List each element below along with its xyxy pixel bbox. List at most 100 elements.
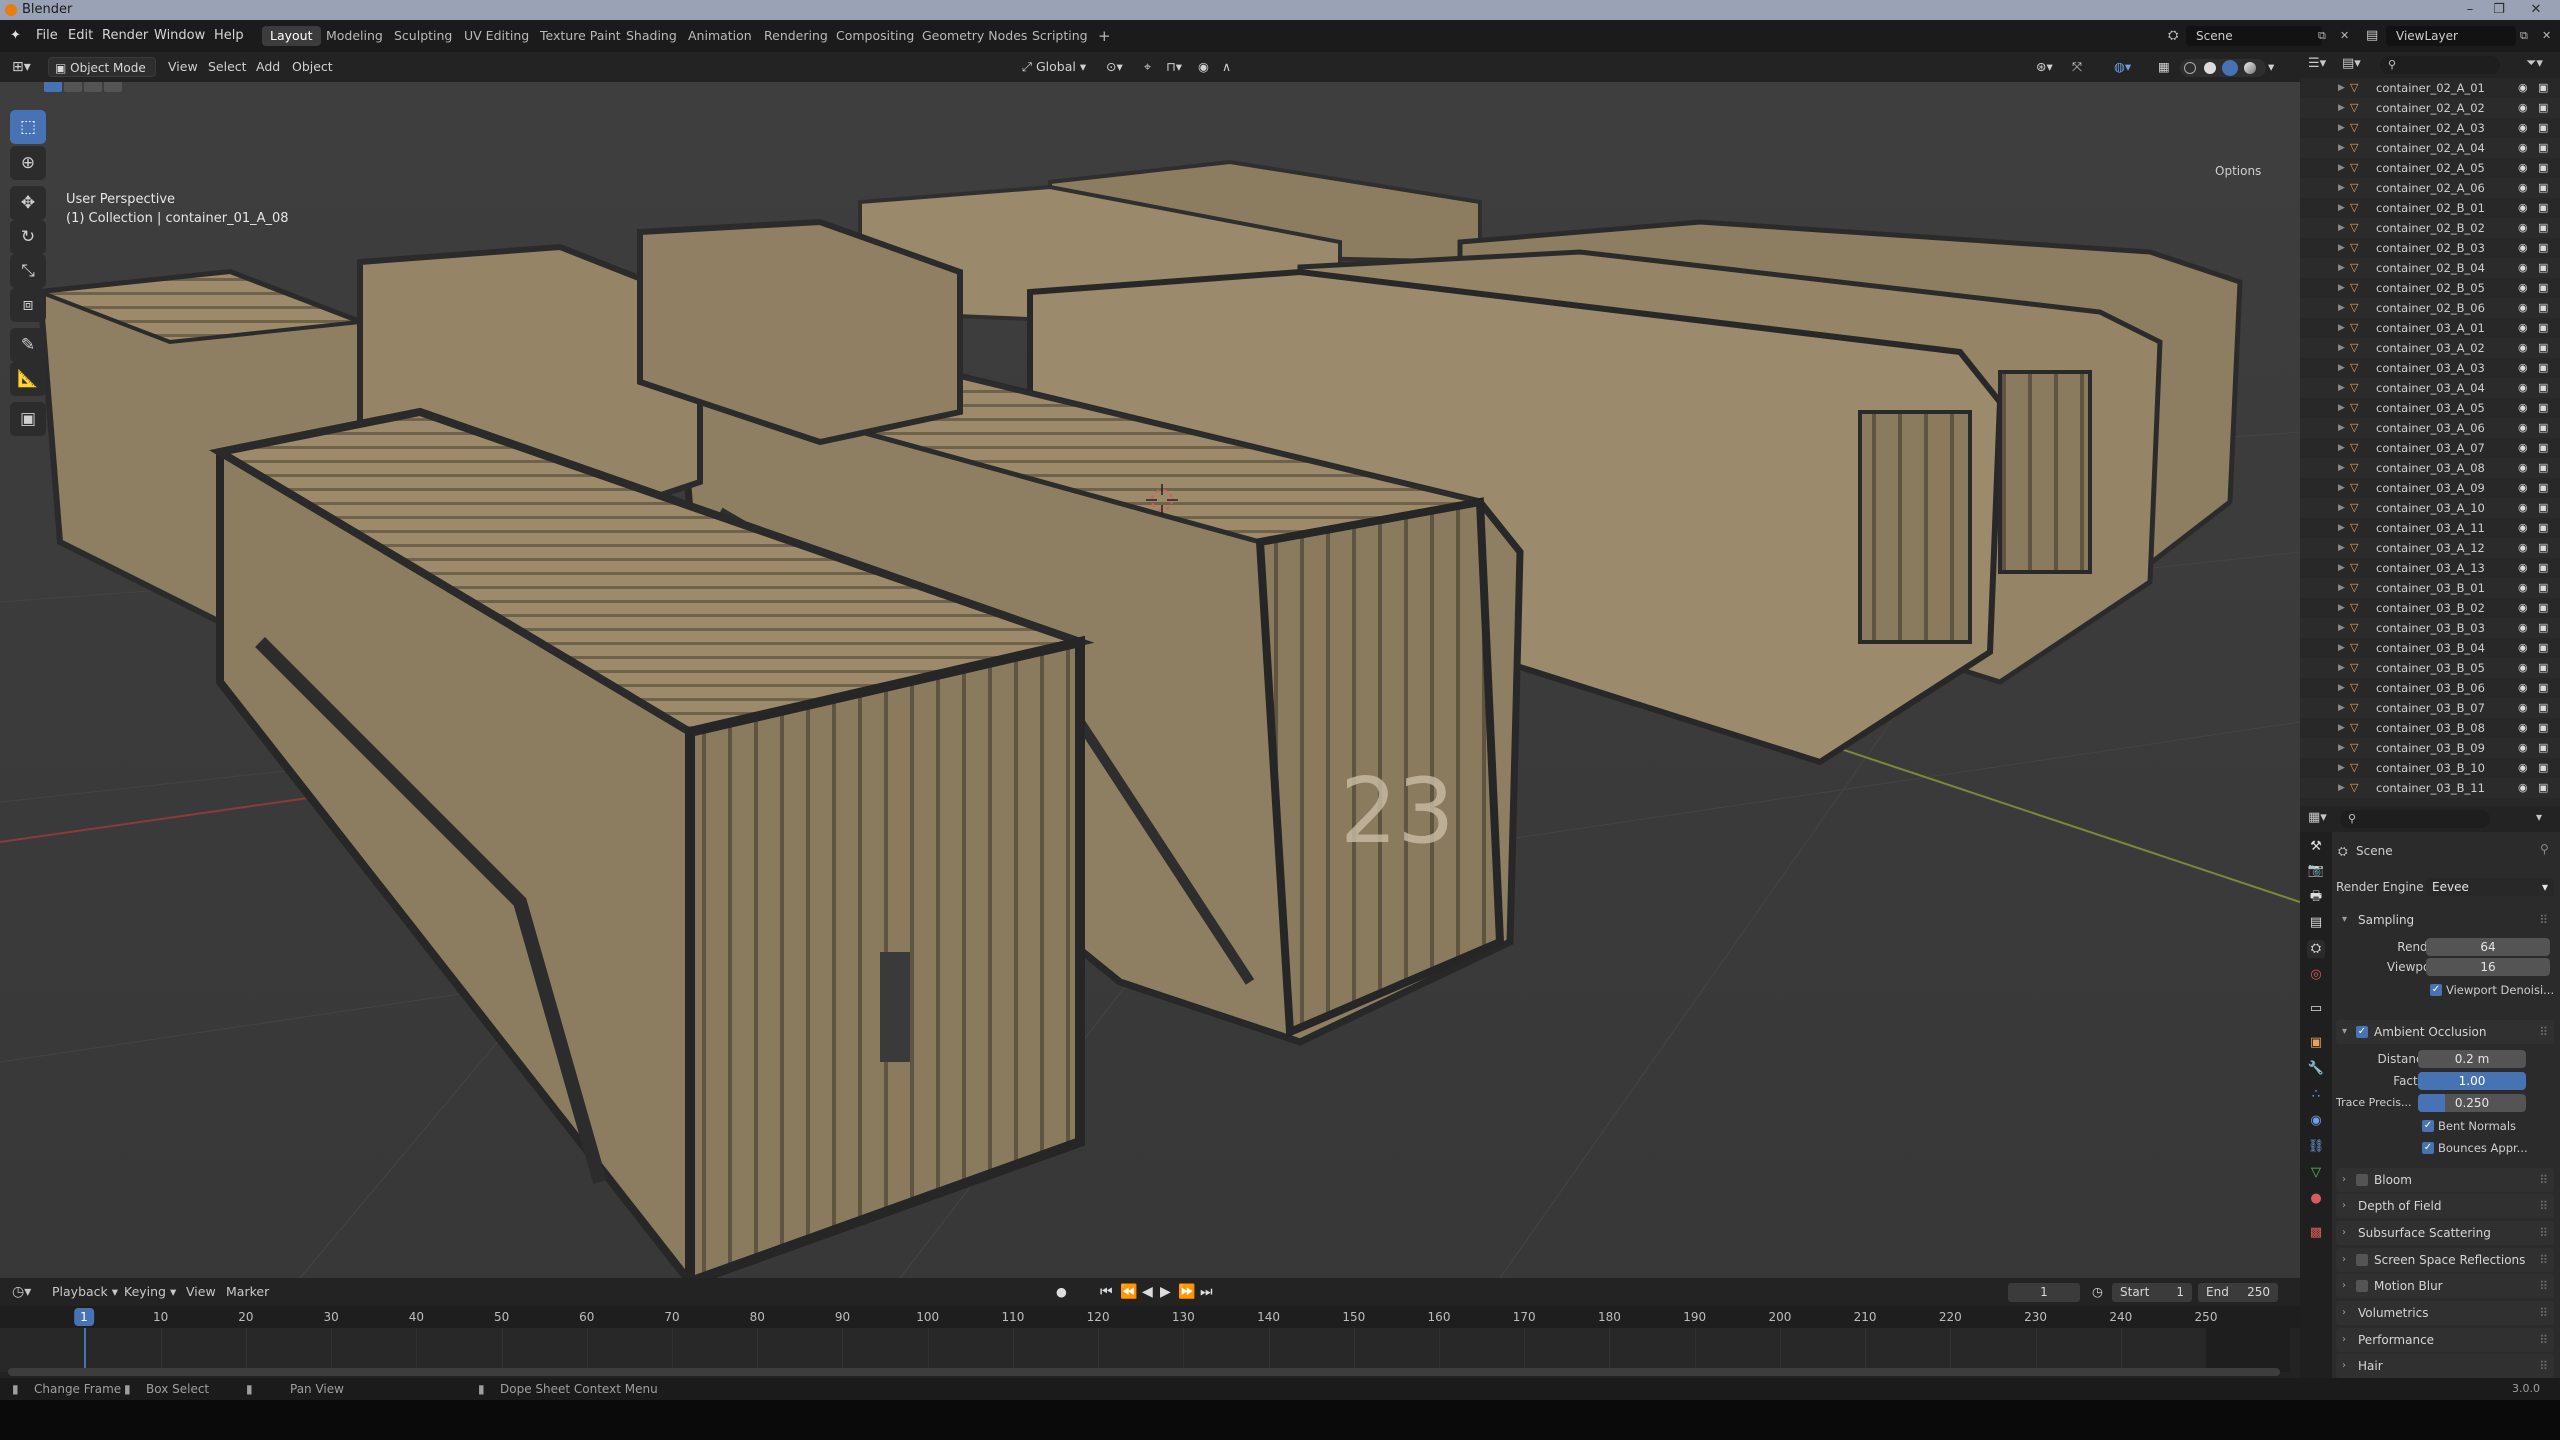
expand-arrow-icon[interactable]: ▶ <box>2338 78 2345 98</box>
visibility-eye-icon[interactable]: ◉ <box>2518 218 2528 238</box>
render-camera-icon[interactable]: ▣ <box>2538 478 2548 498</box>
expand-arrow-icon[interactable]: ▶ <box>2338 698 2345 718</box>
material-shading-icon[interactable] <box>2222 60 2238 76</box>
render-camera-icon[interactable]: ▣ <box>2538 218 2548 238</box>
visibility-eye-icon[interactable]: ◉ <box>2518 738 2528 758</box>
outliner-item[interactable]: ▶ ▽ container_03_B_05 ◉ ▣ <box>2300 658 2560 678</box>
solid-shading-icon[interactable] <box>2204 62 2216 74</box>
outliner-item[interactable]: ▶ ▽ container_03_B_02 ◉ ▣ <box>2300 598 2560 618</box>
visibility-eye-icon[interactable]: ◉ <box>2518 378 2528 398</box>
pin-icon[interactable]: ⚲ <box>2540 842 2549 856</box>
visibility-eye-icon[interactable]: ◉ <box>2518 698 2528 718</box>
jump-start-icon[interactable]: ⏮ <box>1100 1278 1113 1306</box>
render-camera-icon[interactable]: ▣ <box>2538 758 2548 778</box>
render-camera-icon[interactable]: ▣ <box>2538 658 2548 678</box>
properties-editor-type-icon[interactable]: ▦▾ <box>2308 810 2327 825</box>
outliner-item[interactable]: ▶ ▽ container_02_A_05 ◉ ▣ <box>2300 158 2560 178</box>
menu-marker[interactable]: Marker <box>226 1278 269 1306</box>
expand-arrow-icon[interactable]: ▶ <box>2338 518 2345 538</box>
visibility-eye-icon[interactable]: ◉ <box>2518 538 2528 558</box>
render-camera-icon[interactable]: ▣ <box>2538 358 2548 378</box>
ao-distance-field[interactable]: 0.2 m <box>2418 1050 2526 1068</box>
modifier-tab-icon[interactable]: 🔧 <box>2307 1060 2325 1078</box>
expand-arrow-icon[interactable]: ▶ <box>2338 158 2345 178</box>
add-cube-tool-icon[interactable]: ▣ <box>10 402 46 436</box>
expand-arrow-icon[interactable]: ▶ <box>2338 238 2345 258</box>
expand-arrow-icon[interactable]: ▶ <box>2338 438 2345 458</box>
expand-arrow-icon[interactable]: ▶ <box>2338 558 2345 578</box>
render-camera-icon[interactable]: ▣ <box>2538 418 2548 438</box>
tab-uv-editing[interactable]: UV Editing <box>456 26 537 46</box>
menu-keying[interactable]: Keying ▾ <box>124 1278 176 1306</box>
timeline-scrollbar[interactable] <box>8 1368 2280 1376</box>
properties-search[interactable]: ⚲ <box>2340 810 2490 828</box>
view-object-types-icon[interactable]: ⊛▾ <box>2036 52 2053 82</box>
render-camera-icon[interactable]: ▣ <box>2538 138 2548 158</box>
expand-arrow-icon[interactable]: ▶ <box>2338 478 2345 498</box>
menu-view-timeline[interactable]: View <box>186 1278 216 1306</box>
tab-modeling[interactable]: Modeling <box>318 26 391 46</box>
ambient-occlusion-checkbox[interactable]: ✓ <box>2356 1026 2368 1038</box>
expand-arrow-icon[interactable]: ▶ <box>2338 658 2345 678</box>
visibility-eye-icon[interactable]: ◉ <box>2518 418 2528 438</box>
visibility-eye-icon[interactable]: ◉ <box>2518 178 2528 198</box>
outliner-item[interactable]: ▶ ▽ container_02_B_04 ◉ ▣ <box>2300 258 2560 278</box>
annotate-tool-icon[interactable]: ✎ <box>10 328 46 362</box>
playhead-line[interactable] <box>84 1328 86 1372</box>
remove-view-layer-icon[interactable]: ✕ <box>2542 26 2551 46</box>
current-frame-field[interactable]: 1 <box>2008 1283 2080 1302</box>
bent-normals-checkbox[interactable]: ✓ <box>2422 1120 2434 1132</box>
maximize-icon[interactable]: ❐ <box>2484 0 2514 20</box>
sampling-section-header[interactable]: ▾ Sampling ⠿ <box>2336 908 2554 932</box>
outliner-item[interactable]: ▶ ▽ container_03_A_06 ◉ ▣ <box>2300 418 2560 438</box>
render-camera-icon[interactable]: ▣ <box>2538 558 2548 578</box>
menu-view[interactable]: View <box>168 52 198 82</box>
section-subsurface-scattering[interactable]: › Subsurface Scattering ⠿ <box>2336 1221 2554 1245</box>
timeline-track[interactable] <box>0 1328 2290 1372</box>
expand-arrow-icon[interactable]: ▶ <box>2338 378 2345 398</box>
visibility-eye-icon[interactable]: ◉ <box>2518 478 2528 498</box>
select-mode-extend-icon[interactable] <box>64 82 82 92</box>
select-box-tool-icon[interactable]: ⬚ <box>10 110 46 144</box>
outliner-item[interactable]: ▶ ▽ container_02_B_01 ◉ ▣ <box>2300 198 2560 218</box>
select-mode-intersect-icon[interactable] <box>104 82 122 92</box>
timeline-ruler[interactable]: 1 10 20 30 40 50 60 70 80 90 100 110 120 130 140 150 160… <box>0 1306 2300 1328</box>
visibility-eye-icon[interactable]: ◉ <box>2518 298 2528 318</box>
expand-arrow-icon[interactable]: ▶ <box>2338 758 2345 778</box>
render-camera-icon[interactable]: ▣ <box>2538 198 2548 218</box>
output-tab-icon[interactable]: 🖶 <box>2307 888 2325 906</box>
snap-target-icon[interactable]: ⊓▾ <box>1166 52 1182 82</box>
start-frame-field[interactable]: Start 1 <box>2112 1283 2192 1302</box>
orientation-dropdown[interactable]: ⤢ Global ▾ <box>1022 52 1086 82</box>
tab-geometry-nodes[interactable]: Geometry Nodes <box>914 26 1035 46</box>
expand-arrow-icon[interactable]: ▶ <box>2338 678 2345 698</box>
section-bloom[interactable]: › Bloom ⠿ <box>2336 1168 2554 1192</box>
visibility-eye-icon[interactable]: ◉ <box>2518 498 2528 518</box>
outliner-item[interactable]: ▶ ▽ container_02_B_05 ◉ ▣ <box>2300 278 2560 298</box>
outliner-item[interactable]: ▶ ▽ container_03_A_07 ◉ ▣ <box>2300 438 2560 458</box>
select-mode-new-icon[interactable] <box>44 82 62 92</box>
outliner-item[interactable]: ▶ ▽ container_02_A_06 ◉ ▣ <box>2300 178 2560 198</box>
expand-arrow-icon[interactable]: ▶ <box>2338 178 2345 198</box>
menu-file[interactable]: File <box>36 20 58 52</box>
outliner-item[interactable]: ▶ ▽ container_03_A_12 ◉ ▣ <box>2300 538 2560 558</box>
next-keyframe-icon[interactable]: ⏩ <box>1178 1278 1195 1306</box>
preview-range-icon[interactable]: ◷ <box>2092 1278 2103 1306</box>
expand-arrow-icon[interactable]: ▶ <box>2338 258 2345 278</box>
timeline-editor-type-icon[interactable]: ◷▾ <box>12 1278 31 1306</box>
render-camera-icon[interactable]: ▣ <box>2538 278 2548 298</box>
render-camera-icon[interactable]: ▣ <box>2538 578 2548 598</box>
remove-scene-icon[interactable]: ✕ <box>2340 26 2356 46</box>
outliner-item[interactable]: ▶ ▽ container_03_B_07 ◉ ▣ <box>2300 698 2560 718</box>
expand-arrow-icon[interactable]: ▶ <box>2338 598 2345 618</box>
outliner-item[interactable]: ▶ ▽ container_02_A_04 ◉ ▣ <box>2300 138 2560 158</box>
render-samples-field[interactable]: 64 <box>2426 938 2550 956</box>
add-workspace-button[interactable]: + <box>1090 26 1119 46</box>
expand-arrow-icon[interactable]: ▶ <box>2338 198 2345 218</box>
render-camera-icon[interactable]: ▣ <box>2538 238 2548 258</box>
render-camera-icon[interactable]: ▣ <box>2538 458 2548 478</box>
visibility-eye-icon[interactable]: ◉ <box>2518 138 2528 158</box>
wireframe-shading-icon[interactable] <box>2184 62 2196 74</box>
visibility-eye-icon[interactable]: ◉ <box>2518 558 2528 578</box>
visibility-eye-icon[interactable]: ◉ <box>2518 578 2528 598</box>
